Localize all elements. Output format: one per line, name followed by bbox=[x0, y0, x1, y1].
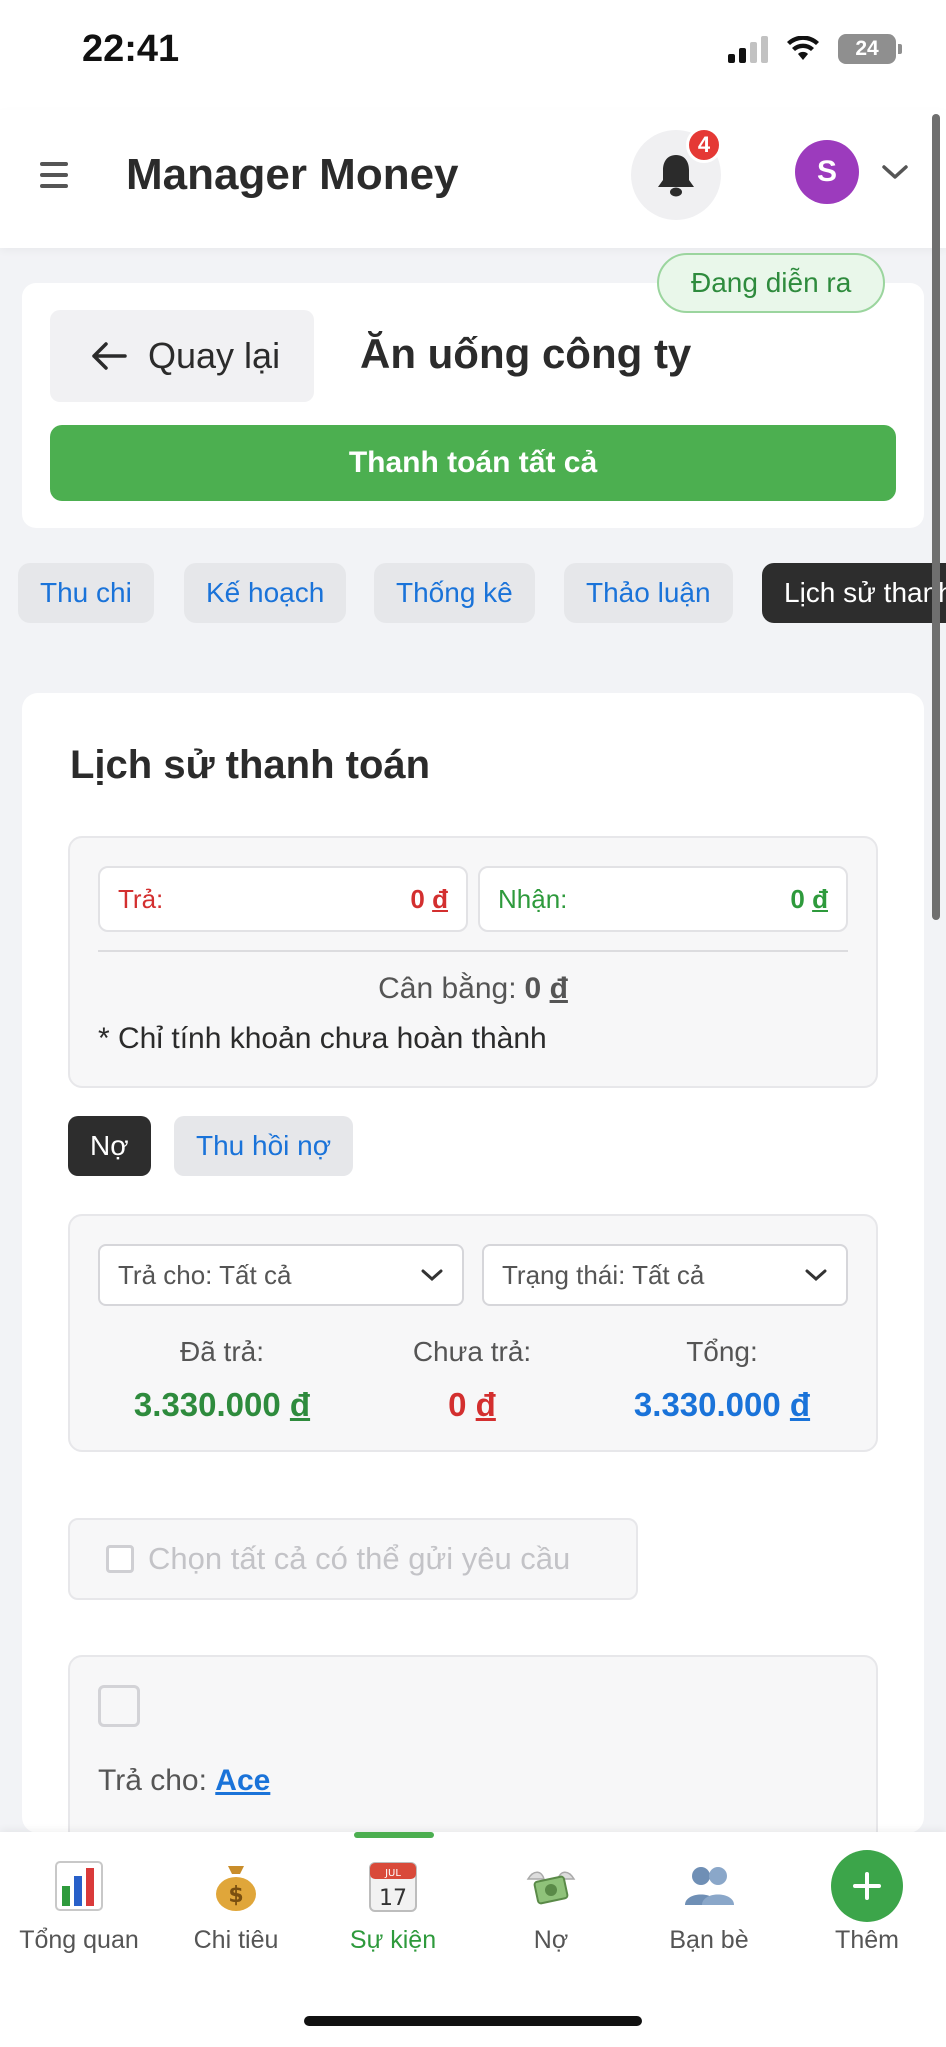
select-all-checkbox[interactable]: Chọn tất cả có thể gửi yêu cầu bbox=[68, 1518, 638, 1600]
event-tabs: Thu chi Kế hoạch Thống kê Thảo luận Lịch… bbox=[18, 563, 946, 623]
nav-ban-be[interactable]: Bạn bè bbox=[630, 1858, 788, 1955]
chevron-down-icon[interactable] bbox=[880, 162, 910, 182]
plus-icon bbox=[853, 1872, 881, 1900]
active-tab-indicator bbox=[354, 1832, 434, 1838]
paid-stat: Đã trả: 3.330.000 đ bbox=[102, 1336, 342, 1424]
nav-no[interactable]: Nợ bbox=[472, 1858, 630, 1955]
pay-label: Trả: bbox=[118, 883, 164, 914]
receive-label: Nhận: bbox=[498, 883, 568, 914]
nav-label: Nợ bbox=[533, 1926, 569, 1954]
paid-label: Đã trả: bbox=[179, 1336, 265, 1367]
toggle-recover-debt[interactable]: Thu hồi nợ bbox=[174, 1116, 354, 1176]
status-filter-select[interactable]: Trạng thái: Tất cả bbox=[482, 1244, 848, 1306]
checkbox bbox=[106, 1545, 134, 1573]
status-time: 22:41 bbox=[82, 28, 180, 70]
chevron-down-icon bbox=[421, 1269, 443, 1282]
menu-icon[interactable] bbox=[40, 162, 68, 188]
unpaid-value: 0 đ bbox=[448, 1386, 496, 1423]
svg-text:17: 17 bbox=[379, 1886, 407, 1911]
avatar[interactable]: S bbox=[795, 140, 859, 204]
receive-summary: Nhận: 0 đ bbox=[478, 866, 848, 932]
people-icon bbox=[681, 1858, 737, 1914]
select-all-label: Chọn tất cả có thể gửi yêu cầu bbox=[148, 1541, 571, 1576]
item-pay-to: Trả cho: Ace bbox=[98, 1764, 271, 1797]
pay-summary: Trả: 0 đ bbox=[98, 866, 468, 932]
nav-label: Sự kiện bbox=[349, 1926, 437, 1954]
money-wings-icon bbox=[523, 1858, 579, 1914]
calendar-icon: JUL 17 bbox=[365, 1858, 421, 1914]
item-checkbox[interactable] bbox=[98, 1685, 140, 1727]
receive-amount: 0 đ bbox=[790, 883, 828, 914]
paid-value: 3.330.000 đ bbox=[133, 1386, 311, 1423]
add-button[interactable] bbox=[831, 1850, 903, 1922]
svg-text:$: $ bbox=[228, 1883, 243, 1908]
nav-su-kien[interactable]: JUL 17 Sự kiện bbox=[314, 1858, 472, 1955]
unpaid-stat: Chưa trả: 0 đ bbox=[352, 1336, 592, 1424]
event-status-badge: Đang diễn ra bbox=[657, 253, 886, 313]
balance-value: 0 đ bbox=[524, 972, 568, 1005]
add-label: Thêm bbox=[835, 1926, 899, 1954]
status-bar: 22:41 24 bbox=[0, 0, 946, 110]
nav-label: Chi tiêu bbox=[193, 1926, 279, 1954]
total-value: 3.330.000 đ bbox=[633, 1386, 811, 1423]
home-indicator bbox=[304, 2016, 642, 2026]
divider bbox=[98, 950, 848, 952]
pay-to-link[interactable]: Ace bbox=[215, 1764, 270, 1797]
tab-thong-ke[interactable]: Thống kê bbox=[374, 563, 535, 623]
balance-line: Cân bằng: 0 đ bbox=[98, 972, 848, 1006]
payment-item bbox=[68, 1655, 878, 1855]
back-button-label: Quay lại bbox=[148, 335, 281, 376]
pay-all-button[interactable]: Thanh toán tất cả bbox=[50, 425, 896, 501]
history-title: Lịch sử thanh toán bbox=[70, 743, 431, 787]
event-title: Ăn uống công ty bbox=[360, 330, 692, 377]
app-title: Manager Money bbox=[126, 150, 459, 199]
wifi-icon bbox=[787, 36, 819, 60]
scrollbar[interactable] bbox=[932, 114, 940, 920]
chart-icon bbox=[51, 1858, 107, 1914]
tab-thu-chi[interactable]: Thu chi bbox=[18, 563, 154, 623]
tab-lich-su-thanh-toan[interactable]: Lịch sử thanh toán bbox=[762, 563, 946, 623]
nav-chi-tieu[interactable]: $ Chi tiêu bbox=[157, 1858, 315, 1955]
nav-tong-quan[interactable]: Tổng quan bbox=[0, 1858, 158, 1955]
chevron-down-icon bbox=[805, 1269, 827, 1282]
cellular-signal-icon bbox=[728, 35, 768, 63]
balance-label: Cân bằng: bbox=[378, 972, 517, 1005]
total-stat: Tổng: 3.330.000 đ bbox=[602, 1336, 842, 1424]
pay-amount: 0 đ bbox=[410, 883, 448, 914]
money-bag-icon: $ bbox=[208, 1858, 264, 1914]
notification-badge: 4 bbox=[686, 127, 722, 163]
bell-icon bbox=[658, 155, 694, 197]
arrow-left-icon bbox=[92, 342, 127, 370]
battery-icon: 24 bbox=[838, 34, 902, 64]
status-icons: 24 bbox=[728, 34, 902, 64]
tab-thao-luan[interactable]: Thảo luận bbox=[564, 563, 733, 623]
svg-text:JUL: JUL bbox=[384, 1868, 401, 1879]
pay-to-filter-select[interactable]: Trả cho: Tất cả bbox=[98, 1244, 464, 1306]
nav-label: Bạn bè bbox=[669, 1926, 749, 1954]
unpaid-label: Chưa trả: bbox=[412, 1336, 532, 1367]
total-label: Tổng: bbox=[686, 1336, 758, 1367]
tab-ke-hoach[interactable]: Kế hoạch bbox=[184, 563, 347, 623]
nav-label: Tổng quan bbox=[19, 1926, 139, 1954]
back-button[interactable]: Quay lại bbox=[50, 310, 314, 402]
toggle-debt[interactable]: Nợ bbox=[68, 1116, 151, 1176]
balance-note: * Chỉ tính khoản chưa hoàn thành bbox=[98, 1022, 547, 1055]
